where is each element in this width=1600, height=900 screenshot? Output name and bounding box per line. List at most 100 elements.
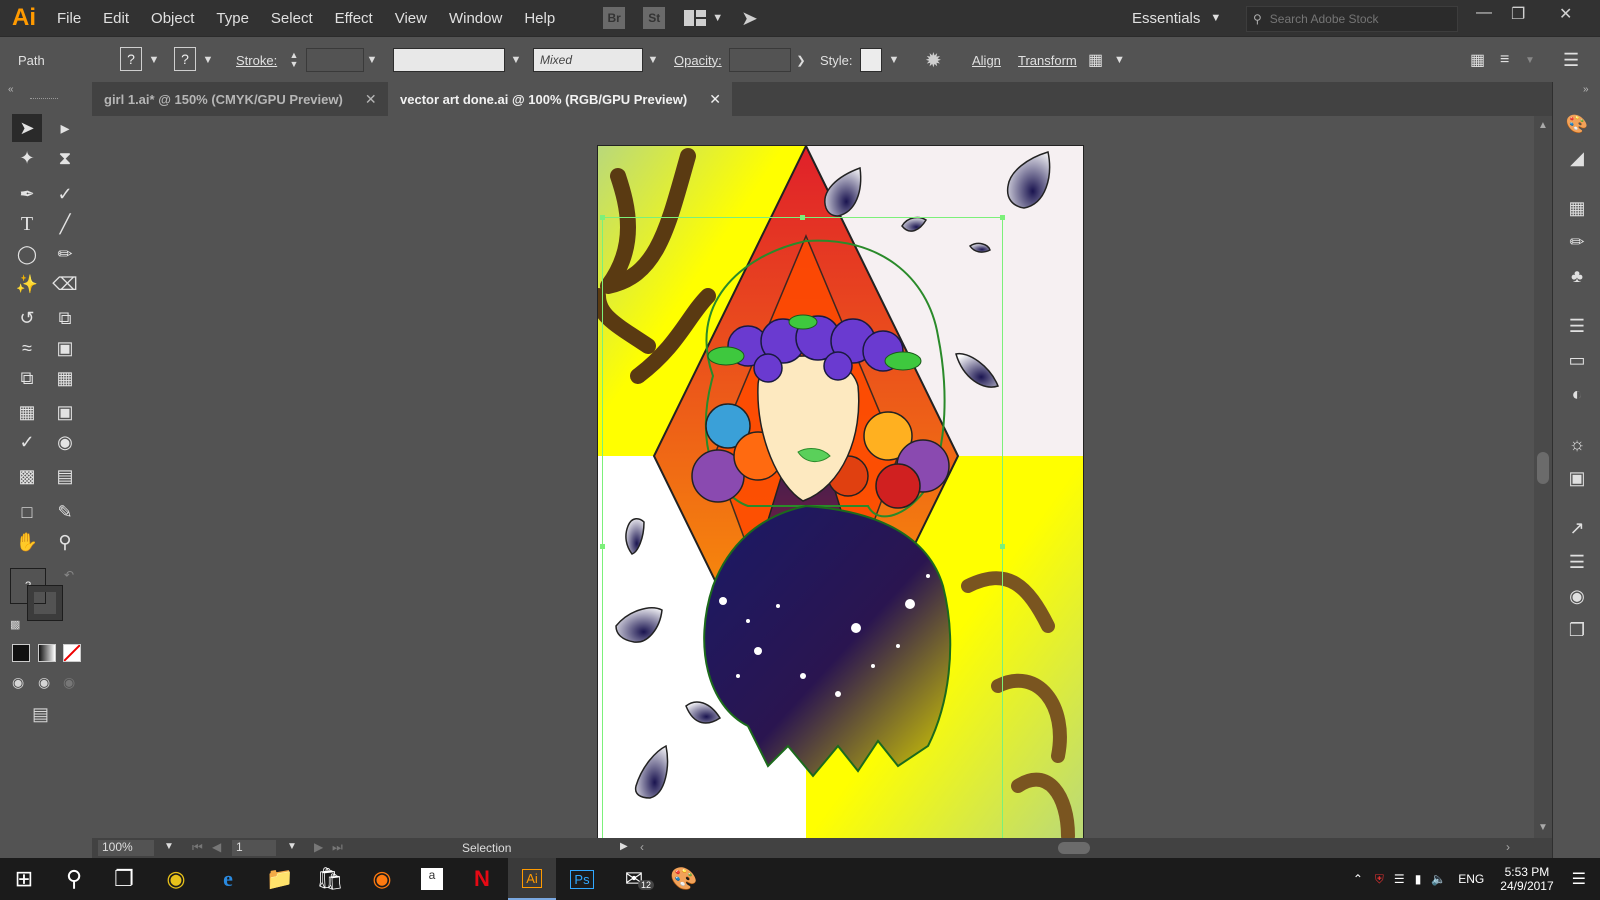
workspace-switcher[interactable]: Essentials ▼ <box>1132 0 1221 36</box>
antivirus-icon[interactable]: ⛨ <box>1375 872 1384 887</box>
brush-definition-field[interactable]: Mixed <box>533 48 643 72</box>
color-panel-icon[interactable]: 🎨 <box>1565 112 1589 136</box>
color-guide-icon[interactable]: ◢ <box>1565 146 1589 170</box>
swap-colors-icon[interactable]: ↶ <box>64 568 74 582</box>
opacity-field[interactable] <box>729 48 791 72</box>
photoshop-taskbar-icon[interactable]: Ps <box>558 858 606 900</box>
minimize-icon[interactable]: — <box>1476 4 1492 22</box>
transparency-icon[interactable]: ◐ <box>1565 382 1589 406</box>
menu-window[interactable]: Window <box>438 10 513 27</box>
zoom-tool-icon[interactable]: ⚲ <box>50 528 80 556</box>
mesh-tool-icon[interactable]: ▦ <box>12 398 42 426</box>
vertical-scrollbar[interactable]: ▲ ▼ <box>1534 116 1552 838</box>
free-transform-tool-icon[interactable]: ▣ <box>50 334 80 362</box>
first-artboard-icon[interactable]: ⏮ <box>192 840 203 855</box>
arrange-documents-icon[interactable] <box>684 10 707 26</box>
status-menu-icon[interactable]: ▶ <box>620 841 628 852</box>
symbol-sprayer-tool-icon[interactable]: ▩ <box>12 462 42 490</box>
last-artboard-icon[interactable]: ⏭ <box>332 840 343 855</box>
swatches-icon[interactable]: ▦ <box>1565 196 1589 220</box>
close-icon[interactable]: ✕ <box>709 91 721 108</box>
notifications-icon[interactable]: ☰ <box>1572 869 1586 889</box>
mail-icon[interactable]: ✉ 12 <box>610 858 658 900</box>
isolate-selection-icon[interactable]: ▦ <box>1088 37 1103 83</box>
scroll-thumb[interactable] <box>1058 842 1090 854</box>
wifi-icon[interactable]: ☰ <box>1394 872 1405 886</box>
chevron-down-icon[interactable]: ▼ <box>287 841 297 852</box>
menu-view[interactable]: View <box>384 10 438 27</box>
expand-panels-icon[interactable]: » <box>1583 84 1589 95</box>
recolor-artwork-icon[interactable]: ✹ <box>925 37 942 83</box>
gradient-mode-button[interactable] <box>38 644 56 662</box>
chevron-down-icon[interactable]: ▼ <box>1114 37 1125 83</box>
chevron-down-icon[interactable]: ▼ <box>886 48 902 72</box>
artwork-illustration[interactable] <box>598 146 1084 838</box>
stroke-stepper[interactable]: ▲ ▼ <box>286 48 302 72</box>
hand-tool-icon[interactable]: ✋ <box>12 528 42 556</box>
bridge-button[interactable]: Br <box>603 7 626 29</box>
gradient-tool-icon[interactable]: ▣ <box>50 398 80 426</box>
canvas-area[interactable] <box>92 116 1540 838</box>
direct-selection-tool-icon[interactable]: ▸ <box>50 114 80 142</box>
menu-object[interactable]: Object <box>140 10 205 27</box>
stroke-weight-field[interactable] <box>306 48 364 72</box>
menu-select[interactable]: Select <box>260 10 324 27</box>
menu-type[interactable]: Type <box>205 10 260 27</box>
distribute-icon[interactable]: ≡ <box>1500 37 1509 83</box>
zoom-field[interactable]: 100% <box>98 840 154 856</box>
graphic-style-swatch[interactable] <box>860 48 882 72</box>
stroke-swatch[interactable]: ? <box>174 47 196 71</box>
windows-start-icon[interactable]: ⊞ <box>0 858 48 900</box>
pen-tool-icon[interactable]: ✒ <box>12 180 42 208</box>
chevron-down-icon[interactable]: ▼ <box>645 48 661 72</box>
artboard[interactable] <box>597 145 1084 838</box>
brushes-icon[interactable]: ✏ <box>1565 230 1589 254</box>
perspective-grid-tool-icon[interactable]: ▦ <box>50 364 80 392</box>
stroke-panel-icon[interactable]: ☰ <box>1565 314 1589 338</box>
variable-width-profile[interactable] <box>393 48 505 72</box>
tab-vector-art-done[interactable]: vector art done.ai @ 100% (RGB/GPU Previ… <box>388 82 732 116</box>
libraries-icon[interactable]: ◉ <box>1565 584 1589 608</box>
selection-tool-icon[interactable]: ➤ <box>12 114 42 142</box>
gpu-performance-icon[interactable]: ➤ <box>741 6 758 31</box>
chevron-down-icon[interactable]: ▼ <box>1525 37 1535 83</box>
blend-tool-icon[interactable]: ◉ <box>50 428 80 456</box>
ellipse-tool-icon[interactable]: ◯ <box>12 240 42 268</box>
task-view-icon[interactable]: ❐ <box>100 858 148 900</box>
layers-icon[interactable]: ☰ <box>1565 550 1589 574</box>
chevron-down-icon[interactable]: ▼ <box>1538 822 1548 833</box>
clock[interactable]: 5:53 PM 24/9/2017 <box>1500 865 1553 893</box>
transform-button[interactable]: Transform <box>1018 37 1077 83</box>
chevron-right-icon[interactable]: ❯ <box>793 48 809 72</box>
file-explorer-icon[interactable]: 📁 <box>256 858 304 900</box>
chevron-down-icon[interactable]: ▼ <box>164 841 174 852</box>
chevron-down-icon[interactable]: ▼ <box>200 48 216 72</box>
horizontal-scrollbar[interactable]: ‹ › <box>638 840 1516 856</box>
panel-menu-icon[interactable]: ☰ <box>1563 37 1579 83</box>
tab-girl-1[interactable]: girl 1.ai* @ 150% (CMYK/GPU Preview) ✕ <box>92 82 384 116</box>
menu-edit[interactable]: Edit <box>92 10 140 27</box>
draw-behind-icon[interactable]: ◉ <box>38 674 50 691</box>
stroke-label[interactable]: Stroke: <box>236 37 277 83</box>
close-icon[interactable]: ✕ <box>1559 4 1572 24</box>
chevron-up-icon[interactable]: ⌃ <box>1353 872 1363 886</box>
chevron-left-icon[interactable]: ‹ <box>640 840 644 854</box>
chevron-down-icon[interactable]: ▼ <box>364 48 380 72</box>
previous-artboard-icon[interactable]: ◀ <box>212 840 221 854</box>
column-graph-tool-icon[interactable]: ▤ <box>50 462 80 490</box>
eyedropper-tool-icon[interactable]: ✓ <box>12 428 42 456</box>
artboards-icon[interactable]: ❐ <box>1565 618 1589 642</box>
scroll-thumb[interactable] <box>1537 452 1549 484</box>
paintbrush-tool-icon[interactable]: ✏ <box>50 240 80 268</box>
chevron-down-icon[interactable]: ▼ <box>712 12 723 24</box>
opacity-label[interactable]: Opacity: <box>674 37 722 83</box>
slice-tool-icon[interactable]: ✎ <box>50 498 80 526</box>
default-colors-icon[interactable]: ▩ <box>10 618 20 631</box>
draw-inside-icon[interactable]: ◉ <box>63 674 75 691</box>
close-icon[interactable]: ✕ <box>365 91 377 108</box>
none-mode-button[interactable] <box>63 644 81 662</box>
chevron-right-icon[interactable]: › <box>1506 840 1510 854</box>
collapse-icon[interactable]: « <box>8 84 14 95</box>
screen-mode-icon[interactable]: ▤ <box>32 704 49 725</box>
store-icon[interactable]: 🛍 <box>306 858 354 900</box>
